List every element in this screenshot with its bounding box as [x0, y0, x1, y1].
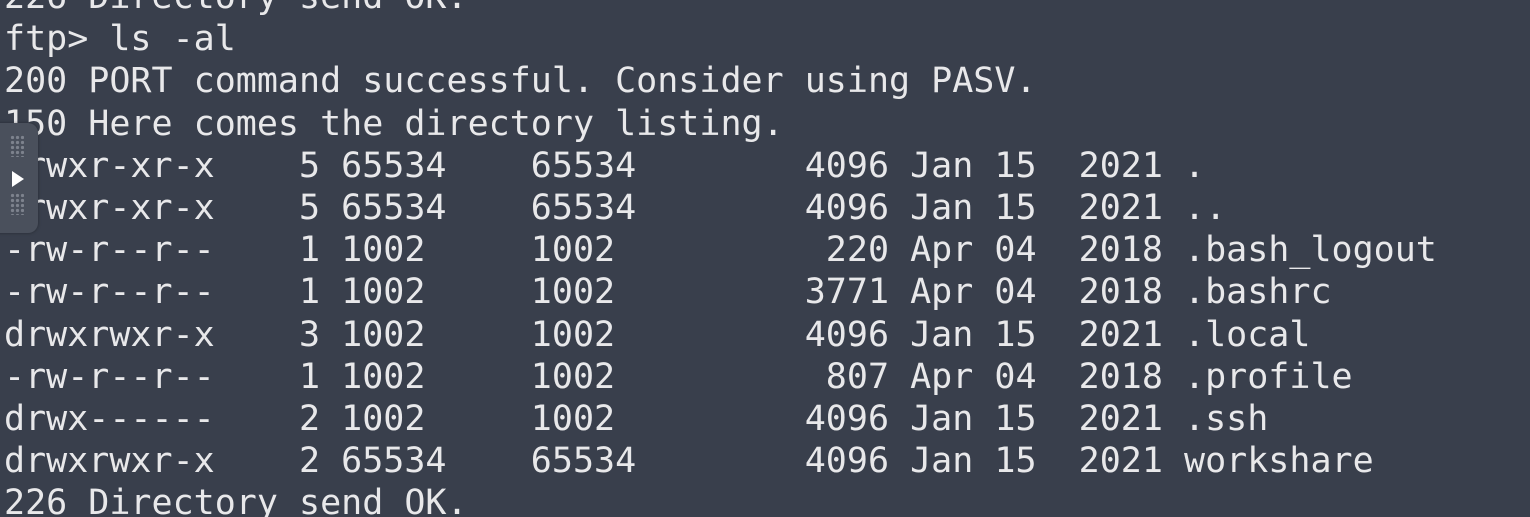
- terminal-line: drwxrwxr-x 2 65534 65534 4096 Jan 15 202…: [4, 441, 1374, 482]
- side-panel-toggle-button[interactable]: [0, 123, 38, 233]
- terminal-line: drwxrwxr-x 3 1002 1002 4096 Jan 15 2021 …: [4, 314, 1311, 355]
- terminal-line: 200 PORT command successful. Consider us…: [4, 61, 1037, 102]
- terminal-output: 226 Directory send OK. ftp> ls -al 200 P…: [4, 0, 1437, 517]
- terminal-line: 150 Here comes the directory listing.: [4, 103, 784, 144]
- terminal-line: -rw-r--r-- 1 1002 1002 807 Apr 04 2018 .…: [4, 356, 1353, 397]
- terminal-line: 226 Directory send OK.: [4, 0, 1437, 18]
- play-icon: [12, 171, 24, 187]
- terminal-line: drwxr-xr-x 5 65534 65534 4096 Jan 15 202…: [4, 187, 1227, 228]
- terminal-line: -rw-r--r-- 1 1002 1002 3771 Apr 04 2018 …: [4, 272, 1332, 313]
- drag-grip-icon: [10, 193, 24, 215]
- terminal-line: 226 Directory send OK.: [4, 483, 468, 517]
- terminal-line: drwxr-xr-x 5 65534 65534 4096 Jan 15 202…: [4, 145, 1206, 186]
- drag-grip-icon: [10, 135, 24, 157]
- terminal-line: ftp> ls -al: [4, 19, 236, 60]
- terminal-line: drwx------ 2 1002 1002 4096 Jan 15 2021 …: [4, 398, 1269, 439]
- terminal-window[interactable]: 226 Directory send OK. ftp> ls -al 200 P…: [0, 0, 1530, 517]
- terminal-line: -rw-r--r-- 1 1002 1002 220 Apr 04 2018 .…: [4, 230, 1437, 271]
